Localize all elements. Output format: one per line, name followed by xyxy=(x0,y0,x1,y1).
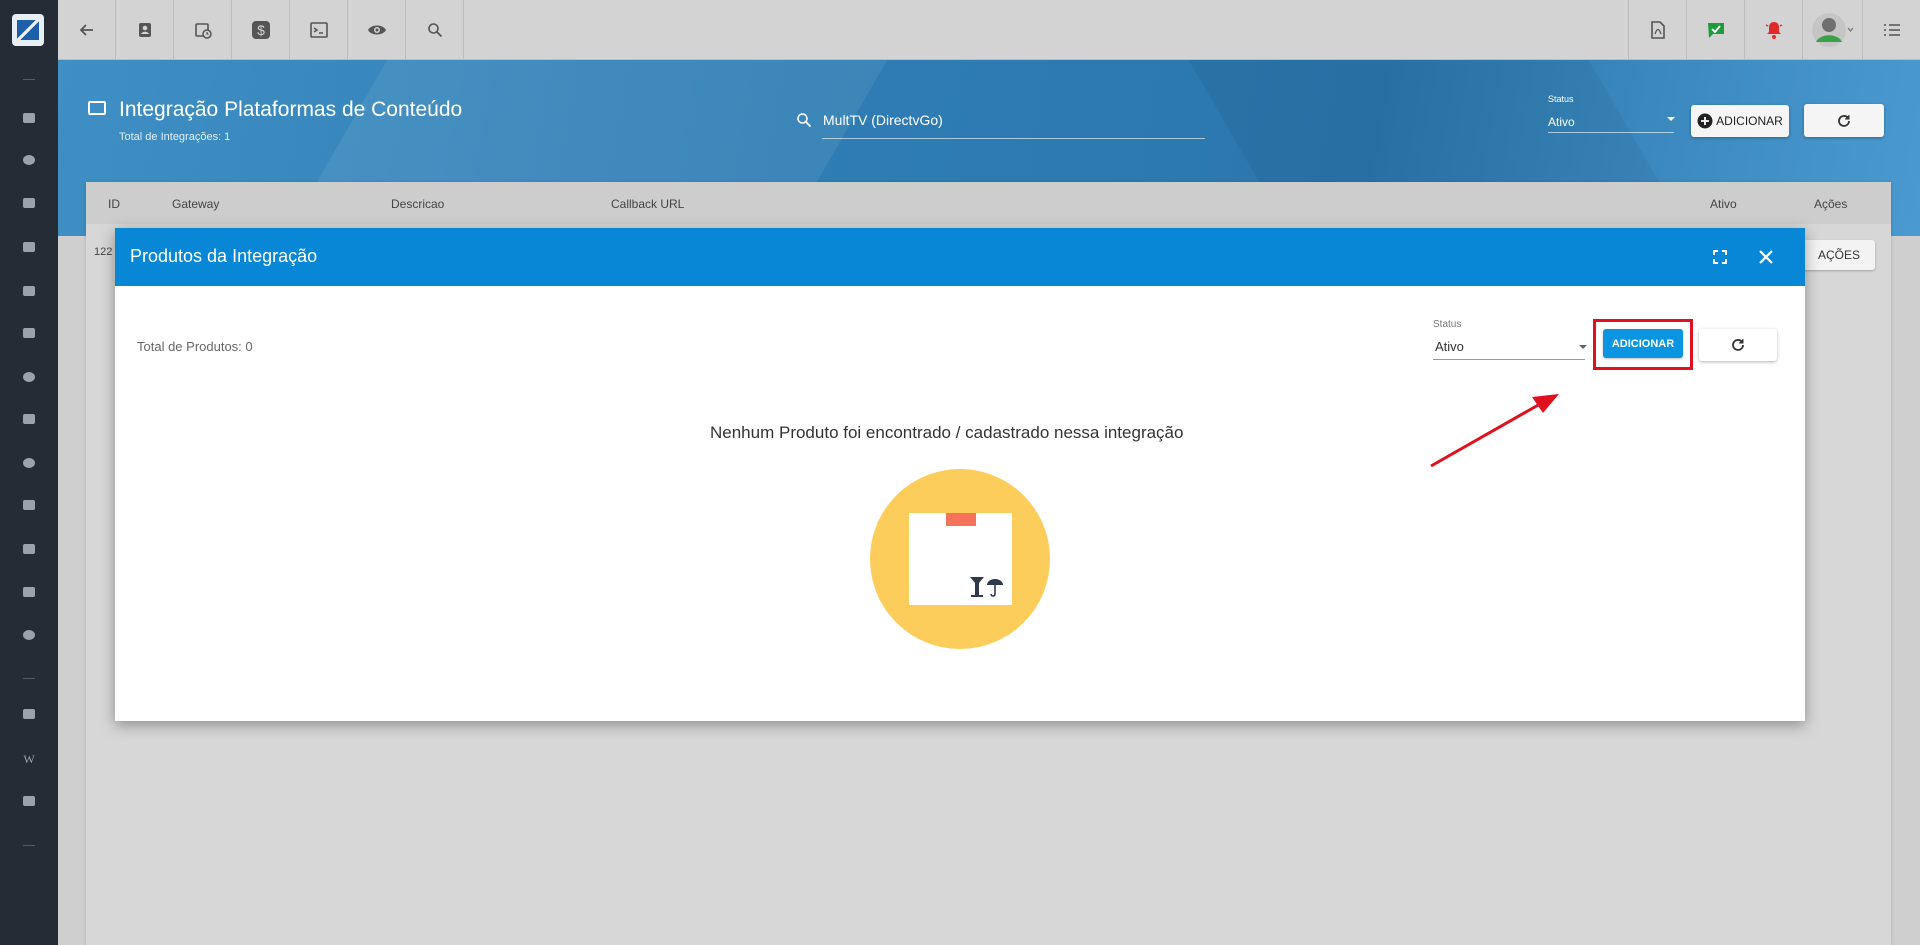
annotation-arrow xyxy=(1430,394,1559,468)
